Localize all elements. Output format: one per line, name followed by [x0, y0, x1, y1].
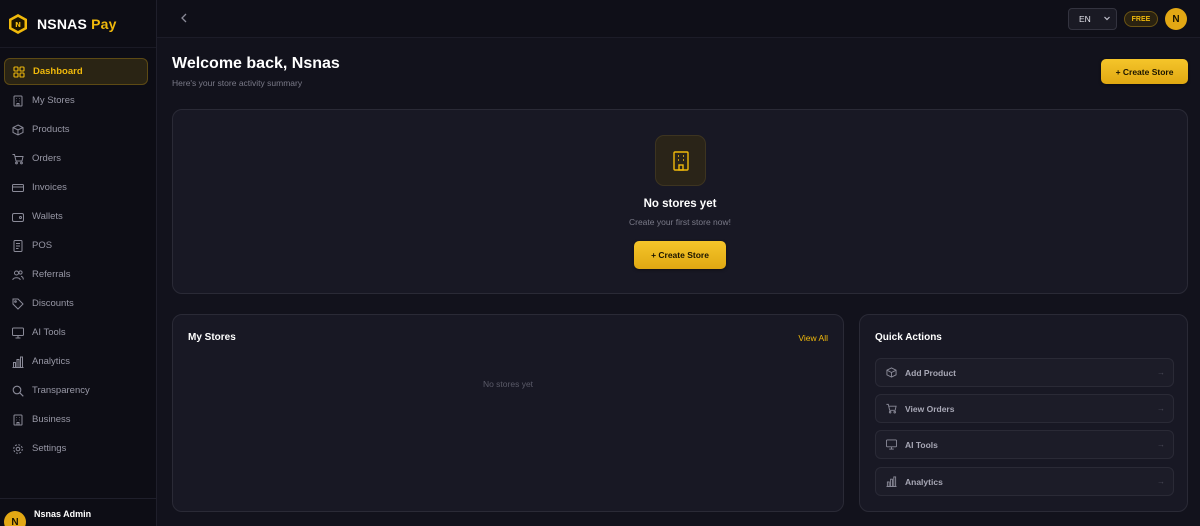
create-store-button[interactable]: + Create Store — [1101, 59, 1188, 84]
brand[interactable]: N NSNAS Pay — [0, 0, 156, 48]
sidebar-item-transparency[interactable]: Transparency — [4, 377, 148, 404]
building-icon — [12, 95, 24, 107]
svg-text:N: N — [15, 21, 21, 29]
card-icon — [12, 182, 24, 194]
language-value: EN — [1079, 14, 1091, 24]
user-name: Nsnas Admin — [34, 509, 92, 519]
brand-logo-icon: N — [9, 13, 27, 34]
search-icon — [12, 385, 24, 397]
arrow-right-icon: → — [1157, 368, 1165, 377]
empty-state-title: No stores yet — [643, 198, 717, 210]
sidebar-item-dashboard[interactable]: Dashboard — [4, 58, 148, 85]
bar-chart-icon — [886, 476, 897, 487]
sidebar-item-pos[interactable]: POS — [4, 232, 148, 259]
sidebar-item-label: Transparency — [32, 385, 90, 396]
monitor-icon — [12, 327, 24, 339]
chevron-down-icon — [1103, 14, 1111, 22]
sidebar-item-label: AI Tools — [32, 327, 66, 338]
sidebar-item-discounts[interactable]: Discounts — [4, 290, 148, 317]
arrow-right-icon: → — [1157, 440, 1165, 449]
cart-icon — [12, 153, 24, 165]
grid-icon — [13, 65, 25, 78]
sidebar-item-analytics[interactable]: Analytics — [4, 348, 148, 375]
sidebar-item-label: My Stores — [32, 95, 75, 106]
card-title: My Stores — [188, 332, 236, 343]
my-stores-card: My Stores View All No stores yet — [172, 314, 844, 512]
empty-state-card: No stores yet Create your first store no… — [172, 109, 1188, 294]
box-icon — [886, 367, 897, 378]
sidebar-item-label: Invoices — [32, 182, 67, 193]
sidebar-item-my-stores[interactable]: My Stores — [4, 87, 148, 114]
sidebar-item-label: Analytics — [32, 356, 71, 367]
chevron-left-icon[interactable] — [177, 11, 191, 25]
quick-action-ai-tools[interactable]: AI Tools → — [875, 430, 1174, 459]
quick-action-label: AI Tools — [905, 439, 938, 450]
sidebar-item-label: Discounts — [32, 298, 74, 309]
create-store-button[interactable]: + Create Store — [634, 241, 726, 269]
quick-action-label: Add Product — [905, 367, 956, 378]
sidebar-item-label: Referrals — [32, 269, 71, 280]
sidebar-item-invoices[interactable]: Invoices — [4, 174, 148, 201]
language-select[interactable]: EN — [1068, 8, 1117, 30]
arrow-right-icon: → — [1157, 477, 1165, 486]
arrow-right-icon: → — [1157, 404, 1165, 413]
box-icon — [12, 123, 24, 136]
brand-name: NSNAS Pay — [37, 15, 117, 32]
sidebar-item-label: POS — [32, 240, 53, 251]
sidebar-item-wallets[interactable]: Wallets — [4, 203, 148, 230]
users-icon — [12, 269, 24, 281]
pos-icon — [12, 239, 24, 252]
sidebar-item-ai-tools[interactable]: AI Tools — [4, 319, 148, 346]
sidebar-item-label: Dashboard — [33, 66, 83, 77]
sidebar-item-label: Settings — [32, 443, 67, 454]
quick-actions-card: Quick Actions Add Product → View Orders … — [859, 314, 1188, 512]
user-profile[interactable]: N Nsnas Admin — [0, 498, 157, 526]
plan-badge: FREE — [1124, 11, 1158, 27]
gear-icon — [12, 443, 24, 455]
sidebar-item-products[interactable]: Products — [4, 116, 148, 143]
quick-action-view-orders[interactable]: View Orders → — [875, 394, 1174, 423]
avatar[interactable]: N — [1165, 8, 1187, 30]
monitor-icon — [886, 439, 897, 450]
sidebar-item-label: Wallets — [32, 211, 63, 222]
card-title: Quick Actions — [875, 332, 942, 343]
empty-state-subtitle: Create your first store now! — [628, 217, 732, 227]
quick-action-analytics[interactable]: Analytics → — [875, 467, 1174, 496]
sidebar-item-business[interactable]: Business — [4, 406, 148, 433]
sidebar-nav: Dashboard My Stores Products Orders Invo… — [0, 48, 156, 462]
topbar: EN FREE N — [157, 0, 1200, 38]
page-title: Welcome back, Nsnas — [172, 55, 340, 72]
avatar: N — [4, 511, 26, 526]
building-icon — [12, 414, 24, 426]
sidebar-item-label: Orders — [32, 153, 62, 164]
bar-chart-icon — [12, 356, 24, 368]
page-subtitle: Here's your store activity summary — [172, 78, 303, 88]
sidebar-item-label: Business — [32, 414, 71, 425]
quick-action-label: View Orders — [905, 403, 955, 414]
sidebar-item-orders[interactable]: Orders — [4, 145, 148, 172]
sidebar-item-referrals[interactable]: Referrals — [4, 261, 148, 288]
sidebar-item-settings[interactable]: Settings — [4, 435, 148, 462]
stores-empty-text: No stores yet — [482, 379, 534, 389]
wallet-icon — [12, 211, 24, 223]
sidebar-item-label: Products — [32, 124, 70, 135]
sidebar: N NSNAS Pay Dashboard My Stores Products — [0, 0, 157, 526]
tag-icon — [12, 298, 24, 310]
quick-action-label: Analytics — [905, 476, 943, 487]
cart-icon — [886, 403, 897, 414]
building-icon — [655, 135, 706, 186]
view-all-link[interactable]: View All — [798, 333, 828, 343]
quick-action-add-product[interactable]: Add Product → — [875, 358, 1174, 387]
